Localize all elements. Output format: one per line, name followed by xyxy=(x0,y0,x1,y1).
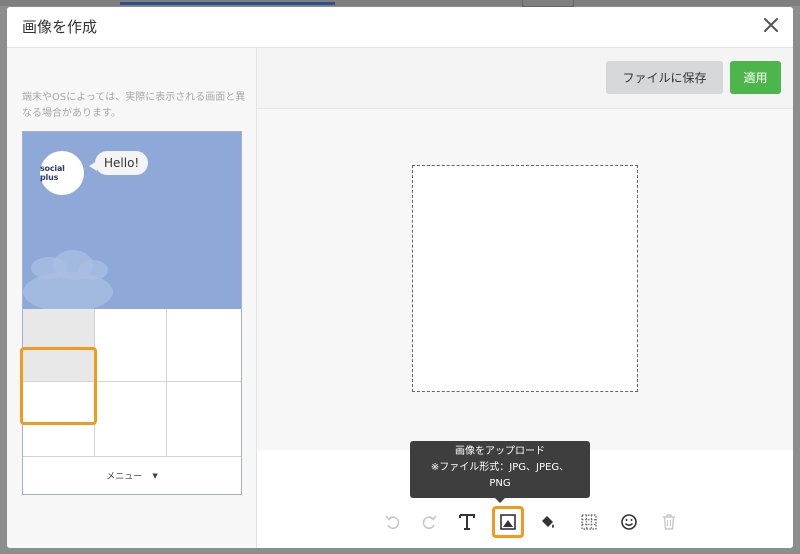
grid-pattern-icon xyxy=(581,514,597,530)
menu-bar-label: メニュー xyxy=(106,472,143,482)
selected-cell-highlight xyxy=(20,347,97,425)
redo-button[interactable] xyxy=(415,508,443,536)
avatar: social plus xyxy=(40,151,84,195)
background-page-accent xyxy=(120,2,335,5)
emoji-icon xyxy=(621,514,637,530)
create-image-modal: 画像を作成 端末やOSによっては、実際に表示される画面と異なる場合があります。 … xyxy=(7,7,793,548)
editor-toolbar: ファイルに保存 適用 xyxy=(257,48,793,109)
caret-down-icon: ▼ xyxy=(152,471,158,480)
rich-menu-preview: social plus Hello! メニュー ▼ xyxy=(22,131,242,495)
preview-chat-area: social plus Hello! xyxy=(23,132,241,309)
fill-color-button[interactable] xyxy=(534,508,562,536)
tool-bar xyxy=(257,503,793,543)
trash-icon xyxy=(663,514,675,530)
undo-button[interactable] xyxy=(379,508,407,536)
canvas-area xyxy=(257,109,793,450)
modal-title: 画像を作成 xyxy=(22,18,98,36)
chat-bubble: Hello! xyxy=(95,151,149,175)
tooltip-line: PNG xyxy=(489,478,511,489)
image-upload-button[interactable] xyxy=(492,506,524,538)
cloud-decoration xyxy=(23,272,113,309)
editor-panel: ファイルに保存 適用 画像をアップロード ※ファイル形式：JPG、JPEG、 P… xyxy=(257,48,793,548)
apply-button[interactable]: 適用 xyxy=(730,61,781,94)
delete-button[interactable] xyxy=(655,508,683,536)
menu-cell-3[interactable] xyxy=(167,309,241,382)
editing-canvas[interactable] xyxy=(412,165,638,392)
modal-header: 画像を作成 xyxy=(7,7,793,48)
text-tool-button[interactable] xyxy=(453,508,481,536)
emoji-button[interactable] xyxy=(615,508,643,536)
close-icon xyxy=(764,18,778,32)
menu-bar[interactable]: メニュー ▼ xyxy=(23,457,241,494)
menu-cell-5[interactable] xyxy=(95,382,167,457)
device-notice: 端末やOSによっては、実際に表示される画面と異なる場合があります。 xyxy=(22,92,246,119)
paint-bucket-icon xyxy=(542,516,554,528)
redo-icon xyxy=(422,515,437,530)
tooltip-line: 画像をアップロード xyxy=(455,446,545,457)
save-to-file-button[interactable]: ファイルに保存 xyxy=(606,61,723,94)
text-icon xyxy=(459,514,475,530)
close-button[interactable] xyxy=(761,15,781,35)
grid-button[interactable] xyxy=(575,508,603,536)
undo-icon xyxy=(385,515,400,530)
menu-cell-6[interactable] xyxy=(167,382,241,457)
upload-tooltip: 画像をアップロード ※ファイル形式：JPG、JPEG、 PNG xyxy=(410,441,590,498)
menu-cell-2[interactable] xyxy=(95,309,167,382)
preview-panel: 端末やOSによっては、実際に表示される画面と異なる場合があります。 social… xyxy=(7,48,257,548)
tooltip-line: ※ファイル形式：JPG、JPEG、 xyxy=(430,462,570,473)
logo-text: social plus xyxy=(40,164,65,182)
background-page-box xyxy=(522,0,574,7)
image-upload-icon xyxy=(500,514,516,530)
